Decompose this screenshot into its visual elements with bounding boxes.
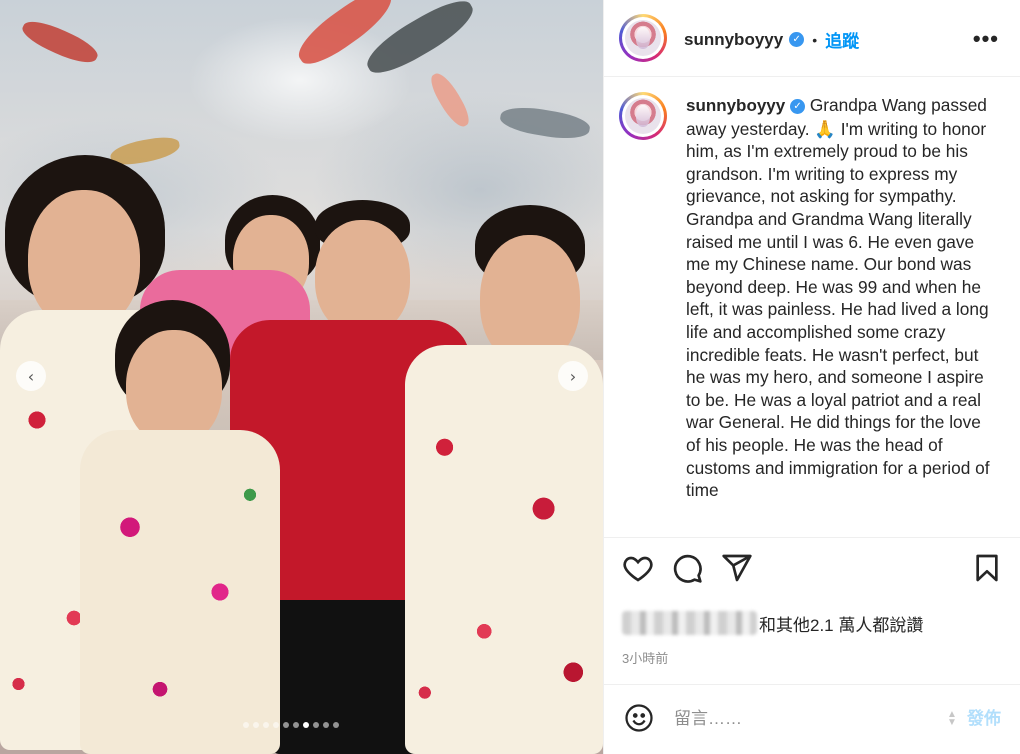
carousel-dot bbox=[313, 722, 319, 728]
bookmark-icon[interactable] bbox=[971, 552, 1003, 584]
share-icon[interactable] bbox=[721, 552, 753, 584]
caption-author-avatar[interactable] bbox=[619, 92, 667, 140]
follow-button[interactable]: 追蹤 bbox=[825, 27, 859, 52]
post-caption: sunnyboyyy ✓ Grandpa Wang passed away ye… bbox=[686, 94, 996, 502]
carousel-prev-button[interactable]: ‹ bbox=[16, 361, 46, 391]
boy-figure bbox=[405, 205, 603, 754]
carousel-dot bbox=[273, 722, 279, 728]
caption-scroll-area[interactable]: sunnyboyyy ✓ Grandpa Wang passed away ye… bbox=[604, 78, 1020, 538]
emoji-icon[interactable] bbox=[624, 703, 654, 733]
more-options-icon[interactable]: ••• bbox=[973, 26, 999, 52]
comment-bar: 留言…… ▲ ▼ 發佈 bbox=[604, 684, 1020, 754]
sort-arrows-icon: ▲ ▼ bbox=[947, 709, 957, 728]
carousel-dot bbox=[333, 722, 339, 728]
caption-username[interactable]: sunnyboyyy bbox=[686, 96, 785, 115]
post-actions bbox=[604, 552, 1020, 592]
comment-input[interactable]: 留言…… bbox=[674, 705, 924, 733]
young-girl-figure bbox=[60, 300, 290, 754]
author-avatar[interactable] bbox=[619, 14, 667, 62]
blurred-usernames bbox=[622, 611, 757, 635]
author-username[interactable]: sunnyboyyy bbox=[684, 30, 783, 50]
carousel-next-button[interactable]: › bbox=[558, 361, 588, 391]
avatar-image bbox=[625, 20, 661, 56]
verified-badge-icon: ✓ bbox=[790, 98, 806, 114]
post-comment-button[interactable]: 發佈 bbox=[967, 705, 1001, 733]
post-header: sunnyboyyy ✓ • 追蹤 ••• bbox=[604, 0, 1020, 77]
caption-text: Grandpa Wang passed away yesterday. 🙏 I'… bbox=[686, 95, 990, 501]
avatar-image bbox=[625, 98, 661, 134]
separator-dot: • bbox=[812, 31, 818, 48]
comment-icon[interactable] bbox=[671, 552, 703, 584]
carousel-dot bbox=[283, 722, 289, 728]
carousel-dot bbox=[293, 722, 299, 728]
post-timestamp[interactable]: 3小時前 bbox=[622, 648, 668, 667]
post-photo[interactable]: ‹ › bbox=[0, 0, 603, 754]
carousel-dot bbox=[243, 722, 249, 728]
likes-text: 和其他2.1 萬人都說讚 bbox=[759, 615, 924, 635]
carousel-dot bbox=[253, 722, 259, 728]
heart-icon[interactable] bbox=[622, 552, 654, 584]
post-side-panel: sunnyboyyy ✓ • 追蹤 ••• sunnyboyyy ✓ Grand… bbox=[603, 0, 1020, 754]
verified-badge-icon: ✓ bbox=[789, 32, 805, 47]
likes-summary[interactable]: 和其他2.1 萬人都說讚 bbox=[622, 610, 923, 636]
carousel-dot bbox=[303, 722, 309, 728]
carousel-dot bbox=[263, 722, 269, 728]
carousel-dot bbox=[323, 722, 329, 728]
carousel-indicator bbox=[243, 722, 339, 728]
